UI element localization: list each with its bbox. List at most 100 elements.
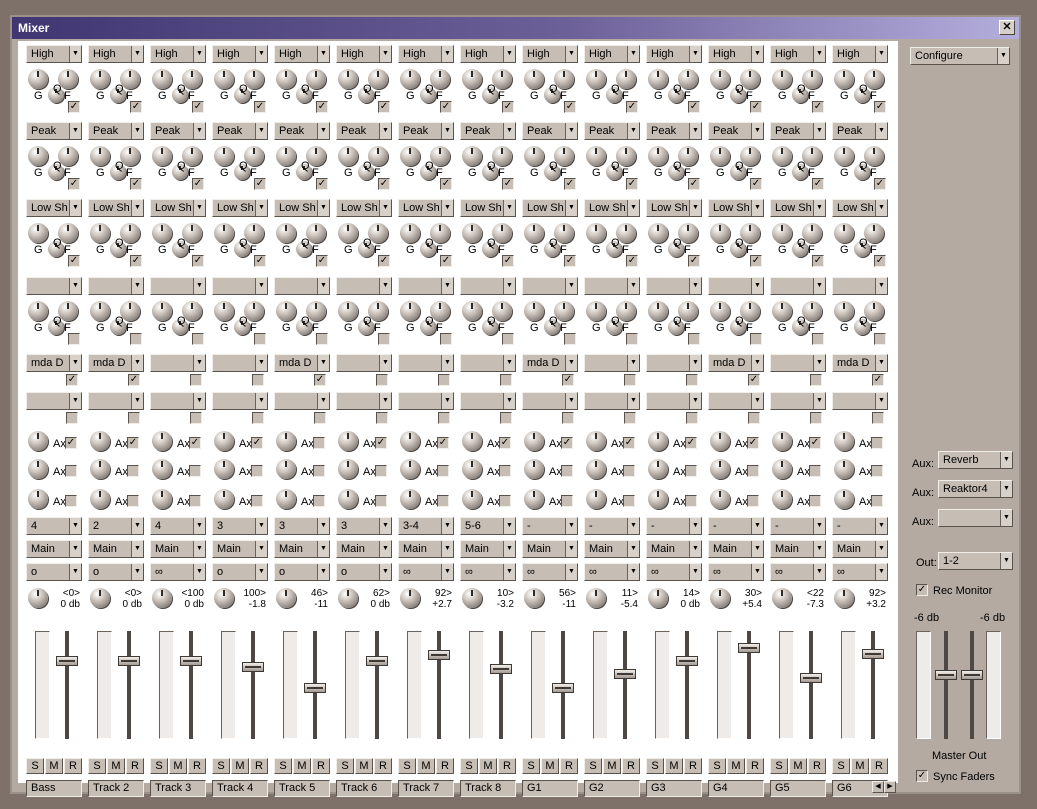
pan-knob[interactable] — [586, 588, 606, 608]
output-dropdown[interactable]: Main ▼ — [88, 540, 144, 558]
eq-band-enable-checkbox[interactable]: ✓ — [812, 178, 824, 190]
aux-send-enable-checkbox[interactable]: ✓ — [685, 437, 697, 449]
eq-gain-knob[interactable] — [28, 223, 48, 243]
eq-band-type-dropdown[interactable]: Low Shelf▼ — [522, 199, 578, 217]
aux-send-knob[interactable] — [214, 459, 234, 479]
input-dropdown[interactable]: - ▼ — [708, 517, 764, 535]
record-button[interactable]: R — [870, 758, 888, 774]
eq-band-enable-checkbox[interactable]: ✓ — [502, 178, 514, 190]
solo-button[interactable]: S — [212, 758, 230, 774]
aux-send-knob[interactable] — [834, 489, 854, 509]
aux-send-3-dropdown[interactable]: ▼ — [938, 509, 1013, 527]
eq-band-enable-checkbox[interactable]: ✓ — [130, 255, 142, 267]
eq-gain-knob[interactable] — [834, 69, 854, 89]
insert-1-dropdown[interactable]: mda D ▼ — [522, 354, 578, 372]
master-right-fader-handle[interactable] — [961, 670, 983, 680]
aux-send-enable-checkbox[interactable] — [871, 437, 883, 449]
mute-button[interactable]: M — [603, 758, 621, 774]
output-dropdown[interactable]: Main ▼ — [26, 540, 82, 558]
aux-send-enable-checkbox[interactable] — [65, 465, 77, 477]
aux-send-knob[interactable] — [90, 489, 110, 509]
aux-send-knob[interactable] — [524, 489, 544, 509]
eq-band-type-dropdown[interactable]: Peak ▼ — [212, 122, 268, 140]
insert-1-dropdown[interactable]: ▼ — [398, 354, 454, 372]
solo-button[interactable]: S — [832, 758, 850, 774]
eq-band-enable-checkbox[interactable]: ✓ — [316, 178, 328, 190]
eq-gain-knob[interactable] — [214, 146, 234, 166]
eq-gain-knob[interactable] — [524, 301, 544, 321]
eq-band-type-dropdown[interactable]: Low Shelf▼ — [584, 199, 640, 217]
eq-gain-knob[interactable] — [834, 146, 854, 166]
eq-gain-knob[interactable] — [276, 223, 296, 243]
insert-2-enable-checkbox[interactable] — [376, 412, 388, 424]
pan-knob[interactable] — [152, 588, 172, 608]
eq-gain-knob[interactable] — [772, 301, 792, 321]
output-dropdown[interactable]: Main ▼ — [770, 540, 826, 558]
insert-1-dropdown[interactable]: mda D ▼ — [274, 354, 330, 372]
insert-2-enable-checkbox[interactable] — [624, 412, 636, 424]
eq-band-enable-checkbox[interactable]: ✓ — [750, 178, 762, 190]
output-dropdown[interactable]: Main ▼ — [646, 540, 702, 558]
aux-send-enable-checkbox[interactable]: ✓ — [499, 437, 511, 449]
sync-faders-checkbox[interactable]: ✓ — [916, 770, 928, 782]
aux-send-knob[interactable] — [90, 431, 110, 451]
eq-band-type-dropdown[interactable]: ▼ — [212, 277, 268, 295]
eq-band-enable-checkbox[interactable]: ✓ — [564, 178, 576, 190]
eq-band-enable-checkbox[interactable] — [192, 333, 204, 345]
insert-2-enable-checkbox[interactable] — [314, 412, 326, 424]
configure-dropdown[interactable]: Configure ▼ — [910, 47, 1010, 65]
insert-1-dropdown[interactable]: ▼ — [150, 354, 206, 372]
aux-send-enable-checkbox[interactable] — [251, 465, 263, 477]
eq-gain-knob[interactable] — [90, 146, 110, 166]
solo-button[interactable]: S — [398, 758, 416, 774]
aux-send-enable-checkbox[interactable]: ✓ — [747, 437, 759, 449]
aux-send-knob[interactable] — [462, 489, 482, 509]
eq-band-type-dropdown[interactable]: ▼ — [88, 277, 144, 295]
insert-2-dropdown[interactable]: ▼ — [26, 392, 82, 410]
pan-knob[interactable] — [90, 588, 110, 608]
insert-2-enable-checkbox[interactable] — [562, 412, 574, 424]
aux-send-knob[interactable] — [648, 459, 668, 479]
eq-band-enable-checkbox[interactable] — [254, 333, 266, 345]
eq-band-type-dropdown[interactable]: ▼ — [150, 277, 206, 295]
eq-band-enable-checkbox[interactable]: ✓ — [626, 255, 638, 267]
mode-dropdown[interactable]: o ▼ — [274, 563, 330, 581]
insert-2-enable-checkbox[interactable] — [128, 412, 140, 424]
insert-2-enable-checkbox[interactable] — [252, 412, 264, 424]
eq-band-enable-checkbox[interactable]: ✓ — [192, 178, 204, 190]
aux-send-enable-checkbox[interactable]: ✓ — [189, 437, 201, 449]
eq-band-enable-checkbox[interactable]: ✓ — [874, 178, 886, 190]
eq-band-type-dropdown[interactable]: Peak ▼ — [88, 122, 144, 140]
eq-gain-knob[interactable] — [834, 223, 854, 243]
eq-gain-knob[interactable] — [710, 223, 730, 243]
track-name-field[interactable]: Track 3 — [150, 780, 206, 797]
eq-band-type-dropdown[interactable]: High ▼ — [708, 45, 764, 63]
aux-send-1-dropdown[interactable]: Reverb ▼ — [938, 451, 1013, 469]
insert-1-dropdown[interactable]: mda D ▼ — [708, 354, 764, 372]
aux-send-enable-checkbox[interactable] — [375, 495, 387, 507]
solo-button[interactable]: S — [708, 758, 726, 774]
mute-button[interactable]: M — [727, 758, 745, 774]
input-dropdown[interactable]: - ▼ — [646, 517, 702, 535]
pan-knob[interactable] — [772, 588, 792, 608]
track-name-field[interactable]: Track 5 — [274, 780, 330, 797]
aux-send-enable-checkbox[interactable] — [127, 495, 139, 507]
eq-band-enable-checkbox[interactable] — [68, 333, 80, 345]
aux-send-enable-checkbox[interactable] — [437, 465, 449, 477]
mute-button[interactable]: M — [851, 758, 869, 774]
eq-gain-knob[interactable] — [586, 146, 606, 166]
eq-gain-knob[interactable] — [648, 223, 668, 243]
eq-band-type-dropdown[interactable]: High ▼ — [26, 45, 82, 63]
eq-gain-knob[interactable] — [400, 223, 420, 243]
aux-send-knob[interactable] — [462, 431, 482, 451]
input-dropdown[interactable]: 5-6 ▼ — [460, 517, 516, 535]
insert-1-enable-checkbox[interactable] — [810, 374, 822, 386]
eq-band-enable-checkbox[interactable] — [812, 333, 824, 345]
aux-send-2-dropdown[interactable]: Reaktor4 ▼ — [938, 480, 1013, 498]
eq-band-type-dropdown[interactable]: Low Shelf▼ — [212, 199, 268, 217]
aux-send-enable-checkbox[interactable]: ✓ — [623, 437, 635, 449]
track-name-field[interactable]: G4 — [708, 780, 764, 797]
mute-button[interactable]: M — [417, 758, 435, 774]
track-name-field[interactable]: Track 6 — [336, 780, 392, 797]
mode-dropdown[interactable]: o ▼ — [336, 563, 392, 581]
